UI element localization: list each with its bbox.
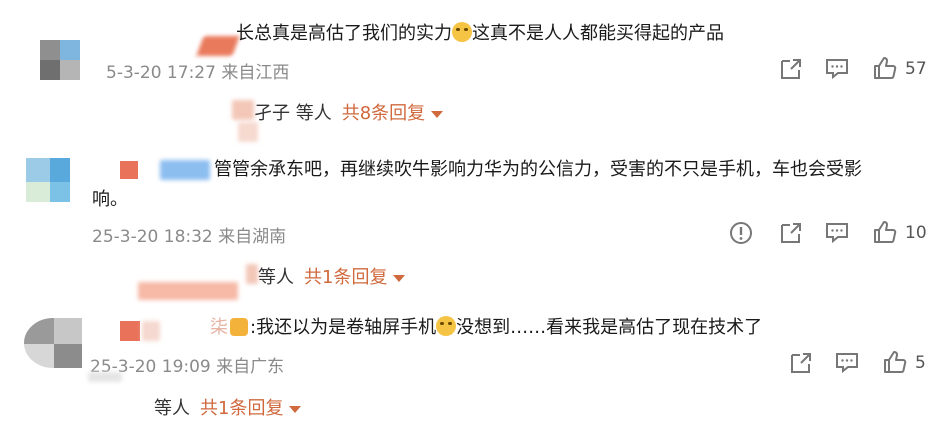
crown-badge-icon (230, 318, 248, 336)
comment-text-part: 这真不是人人都能买得起的产品 (472, 23, 724, 44)
reply-summary[interactable]: 等人 共1条回复 (154, 394, 302, 420)
avatar[interactable] (40, 40, 80, 80)
replier-name-redacted (232, 100, 254, 120)
reply-summary[interactable]: 等人 共1条回复 (258, 263, 406, 289)
reply-summary[interactable]: 孑子 等人 共8条回复 (254, 99, 444, 125)
share-icon[interactable] (778, 56, 804, 82)
comment-meta: 5-3-20 17:27 来自江西 (106, 63, 290, 83)
warning-icon[interactable] (728, 220, 754, 246)
reply-count[interactable]: 共1条回复 (200, 398, 283, 419)
avatar[interactable] (24, 318, 82, 368)
replier-avatar-redacted (238, 122, 258, 142)
reply-count[interactable]: 共8条回复 (342, 103, 425, 124)
chevron-down-icon[interactable] (289, 405, 302, 413)
comment-text: 柒 :我还以为是卷轴屏手机 没想到……看来我是高估了现在技术了 (210, 314, 762, 342)
comment-text-part: 没想到……看来我是高估了现在技术了 (456, 317, 763, 338)
replier-avatar-redacted (138, 282, 238, 300)
avatar[interactable] (26, 158, 82, 202)
comment-meta: 25-3-20 18:32 来自湖南 (92, 227, 287, 247)
reply-names: 等人 (258, 267, 294, 288)
like-count: 5 (915, 353, 926, 373)
thumbs-up-icon[interactable] (882, 349, 908, 375)
crying-laughing-emoji-icon (436, 316, 457, 336)
chevron-down-icon[interactable] (393, 274, 406, 282)
badge-redacted (120, 321, 140, 341)
crying-laughing-emoji-icon (452, 22, 472, 42)
username-redacted[interactable] (160, 160, 210, 180)
like-count: 57 (905, 59, 927, 79)
avatar-redacted-strip (88, 372, 122, 382)
badge-redacted-2 (142, 321, 160, 341)
thumbs-up-icon[interactable] (872, 219, 898, 245)
badge-redacted (120, 161, 138, 179)
thumbs-up-icon[interactable] (872, 55, 898, 81)
replier-name-redacted (246, 264, 258, 284)
comment-text-part: :我还以为是卷轴屏手机 (250, 317, 437, 338)
username-fragment[interactable]: 柒 (210, 317, 228, 338)
reply-count[interactable]: 共1条回复 (304, 267, 387, 288)
like-count: 10 (905, 223, 927, 243)
comment-icon[interactable] (824, 56, 850, 82)
comment-text-line-2: 响。 (92, 189, 128, 210)
share-icon[interactable] (778, 220, 804, 246)
chevron-down-icon[interactable] (431, 110, 444, 118)
reply-names: 等人 (154, 398, 190, 419)
comment-text-part: 管管余承东吧，再继续吹牛影响力华为的公信力，受害的不只是手机，车也会受影 (214, 159, 862, 180)
username-redacted[interactable] (196, 36, 240, 56)
comment-icon[interactable] (834, 350, 860, 376)
reply-names: 孑子 等人 (254, 103, 332, 124)
comment-text: 长总真是高估了我们的实力 这真不是人人都能买得起的产品 (236, 20, 724, 48)
share-icon[interactable] (788, 350, 814, 376)
comment-text: 管管余承东吧，再继续吹牛影响力华为的公信力，受害的不只是手机，车也会受影 (214, 156, 862, 184)
comment-text-part: 长总真是高估了我们的实力 (236, 23, 452, 44)
comment-icon[interactable] (824, 220, 850, 246)
